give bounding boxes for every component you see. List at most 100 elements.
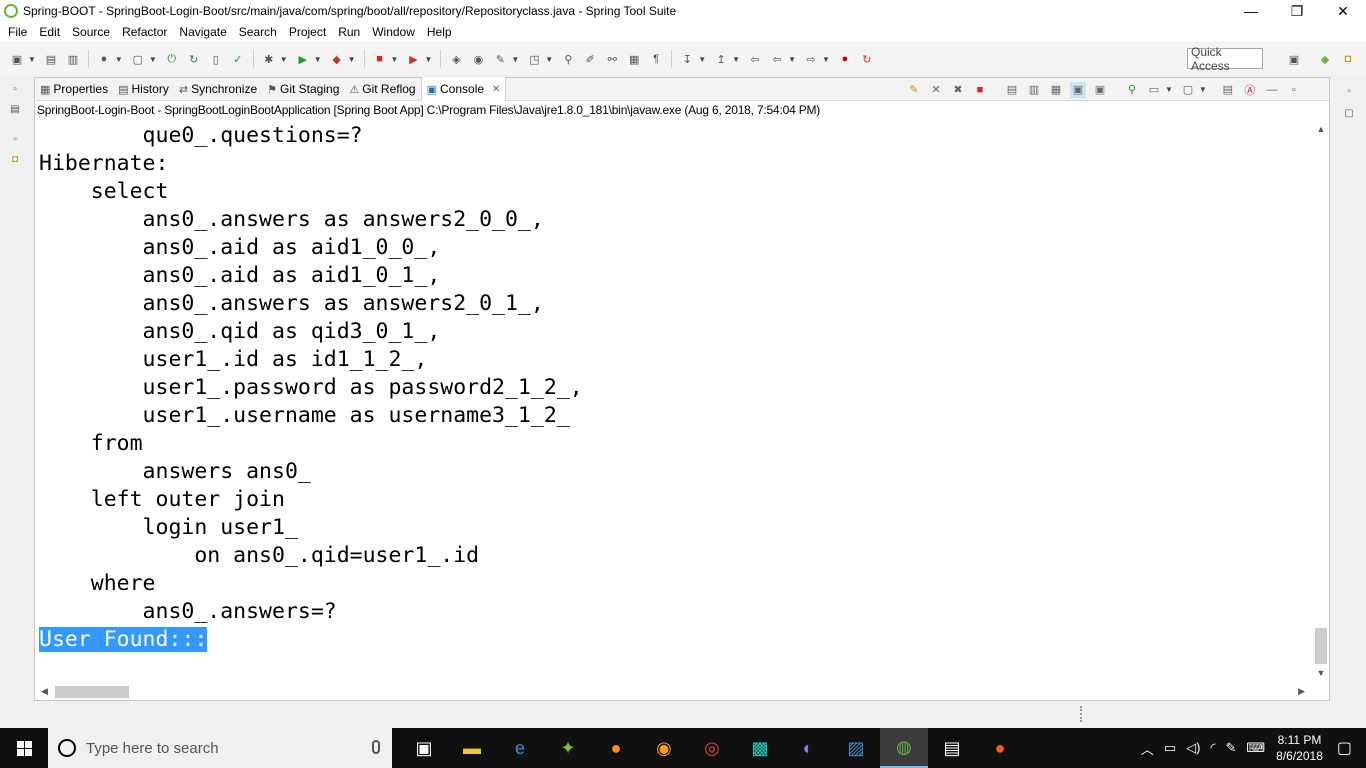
tab-console[interactable]: ▣ Console ✕	[420, 77, 507, 101]
run-icon[interactable]: ▶	[295, 51, 311, 67]
back-icon[interactable]: ⇦	[769, 51, 785, 67]
menu-edit[interactable]: Edit	[33, 25, 66, 39]
remove-launch-icon[interactable]: ✕	[928, 82, 944, 98]
open-task-icon[interactable]: ◉	[470, 51, 486, 67]
open-type-icon[interactable]: ◈	[448, 51, 464, 67]
battery-icon[interactable]: ▭	[1164, 740, 1176, 756]
scroll-left-icon[interactable]: ◀	[41, 686, 48, 697]
minimize-view-icon[interactable]: —	[1264, 82, 1280, 98]
menu-window[interactable]: Window	[366, 25, 421, 39]
scroll-lock-icon[interactable]: ▥	[1026, 82, 1042, 98]
show-on-stderr-icon[interactable]: ▣	[1092, 82, 1108, 98]
chevron-up-icon[interactable]: ︿	[1141, 739, 1154, 758]
terminate-icon[interactable]: ■	[972, 82, 988, 98]
menu-project[interactable]: Project	[283, 25, 332, 39]
console-output[interactable]: que0_.questions=? Hibernate: select ans0_…	[39, 122, 1313, 684]
tab-properties[interactable]: ▦ Properties	[35, 78, 113, 101]
eclipse-icon[interactable]: ◐	[784, 728, 832, 768]
git-perspective-icon[interactable]: ◘	[1340, 51, 1356, 67]
store-app-icon[interactable]: ▣	[400, 728, 448, 768]
outline-icon[interactable]: ▢	[1342, 106, 1356, 120]
keyboard-icon[interactable]: ⌨	[1246, 740, 1265, 756]
edge-browser-icon[interactable]: e	[496, 728, 544, 768]
webstorm-icon[interactable]: ▩	[736, 728, 784, 768]
start-button[interactable]	[0, 728, 48, 768]
vertical-scrollbar[interactable]: ▲ ▼	[1313, 122, 1329, 684]
minimize-button[interactable]: —	[1228, 0, 1274, 22]
scroll-right-icon[interactable]: ▶	[1298, 686, 1305, 697]
menu-refactor[interactable]: Refactor	[116, 25, 173, 39]
block-icon[interactable]: ▦	[626, 51, 642, 67]
action-center-icon[interactable]: ▢	[1337, 738, 1352, 758]
volume-icon[interactable]: ◁)	[1186, 740, 1200, 756]
spring-boot-icon[interactable]: Ⓐ	[1242, 82, 1258, 98]
open-perspective-icon[interactable]: ▣	[1286, 51, 1302, 67]
close-tab-icon[interactable]: ✕	[492, 84, 500, 95]
next-annotation-icon[interactable]: ↧	[679, 51, 695, 67]
tab-git-reflog[interactable]: ⚠ Git Reflog	[344, 78, 420, 101]
pin-console-icon[interactable]: ✎	[906, 82, 922, 98]
uc-browser-icon[interactable]: ◉	[640, 728, 688, 768]
open-console-icon[interactable]: ▢	[1180, 82, 1196, 98]
power-icon[interactable]: ⏻	[164, 51, 180, 67]
restore-icon[interactable]: ▫	[8, 82, 22, 96]
package-explorer-icon[interactable]: ▤	[8, 102, 22, 116]
tab-history[interactable]: ▤ History	[113, 78, 174, 101]
pin-icon[interactable]: ⚲	[1124, 82, 1140, 98]
scroll-up-icon[interactable]: ▲	[1313, 122, 1329, 136]
terminal-icon[interactable]: ▢	[130, 51, 146, 67]
microphone-icon[interactable]	[372, 740, 380, 754]
remove-all-launches-icon[interactable]: ✖	[950, 82, 966, 98]
properties-view-icon[interactable]: ▤	[1220, 82, 1236, 98]
maximize-view-icon[interactable]: ▫	[1286, 82, 1302, 98]
menu-navigate[interactable]: Navigate	[173, 25, 232, 39]
clear-console-icon[interactable]: ▤	[1004, 82, 1020, 98]
save-icon[interactable]: ▤	[43, 51, 59, 67]
vertical-scroll-thumb[interactable]	[1315, 628, 1327, 664]
horizontal-scrollbar[interactable]: ◀ ▶	[39, 684, 1313, 700]
taskbar-search[interactable]: Type here to search	[48, 728, 392, 768]
forward-icon[interactable]: ⇨	[803, 51, 819, 67]
close-button[interactable]: ✕	[1320, 0, 1366, 22]
wifi-icon[interactable]: ◜	[1210, 740, 1215, 756]
status-bar-grip[interactable]	[1080, 706, 1084, 722]
open-folder-icon[interactable]: ◳	[526, 51, 542, 67]
display-console-icon[interactable]: ▭	[1146, 82, 1162, 98]
link-icon[interactable]: ⚯	[604, 51, 620, 67]
file-explorer-icon[interactable]: ▬	[448, 728, 496, 768]
stop-icon[interactable]: ■	[372, 51, 388, 67]
mysql-workbench-icon[interactable]: ▨	[832, 728, 880, 768]
postman-icon[interactable]: ●	[976, 728, 1024, 768]
horizontal-scroll-thumb[interactable]	[55, 686, 129, 698]
annotation-icon[interactable]: ✐	[582, 51, 598, 67]
menu-search[interactable]: Search	[233, 25, 283, 39]
pin-icon[interactable]: ⚲	[560, 51, 576, 67]
check-icon[interactable]: ✓	[230, 51, 246, 67]
save-all-icon[interactable]: ▥	[65, 51, 81, 67]
whitespace-icon[interactable]: ¶	[648, 51, 664, 67]
refresh-icon[interactable]: ↻	[186, 51, 202, 67]
menu-help[interactable]: Help	[421, 25, 458, 39]
search-tool-icon[interactable]: ✎	[492, 51, 508, 67]
java-perspective-icon[interactable]: ◆	[1317, 51, 1333, 67]
coverage-icon[interactable]: ◆	[329, 51, 345, 67]
quick-access-input[interactable]: Quick Access	[1187, 45, 1263, 73]
spring-refresh-icon[interactable]: ↻	[859, 51, 875, 67]
debug-icon[interactable]: ✱	[261, 51, 277, 67]
new-icon[interactable]: ▣	[9, 51, 25, 67]
restore-icon[interactable]: ▫	[8, 132, 22, 146]
menu-source[interactable]: Source	[66, 25, 116, 39]
redhat-icon[interactable]: ●	[837, 51, 853, 67]
firefox-icon[interactable]: ●	[592, 728, 640, 768]
restore-icon[interactable]: ▫	[1342, 84, 1356, 98]
external-tools-icon[interactable]: ▶	[405, 51, 421, 67]
media-app-icon[interactable]: ▤	[928, 728, 976, 768]
restore-button[interactable]: ❐	[1274, 0, 1320, 22]
tab-git-staging[interactable]: ⚑ Git Staging	[262, 78, 344, 101]
prev-annotation-icon[interactable]: ↥	[713, 51, 729, 67]
chrome-icon[interactable]: ◎	[688, 728, 736, 768]
android-studio-icon[interactable]: ✦	[544, 728, 592, 768]
toggle-icon[interactable]: ▯	[208, 51, 224, 67]
menu-run[interactable]: Run	[332, 25, 366, 39]
git-repositories-icon[interactable]: ◘	[8, 152, 22, 166]
